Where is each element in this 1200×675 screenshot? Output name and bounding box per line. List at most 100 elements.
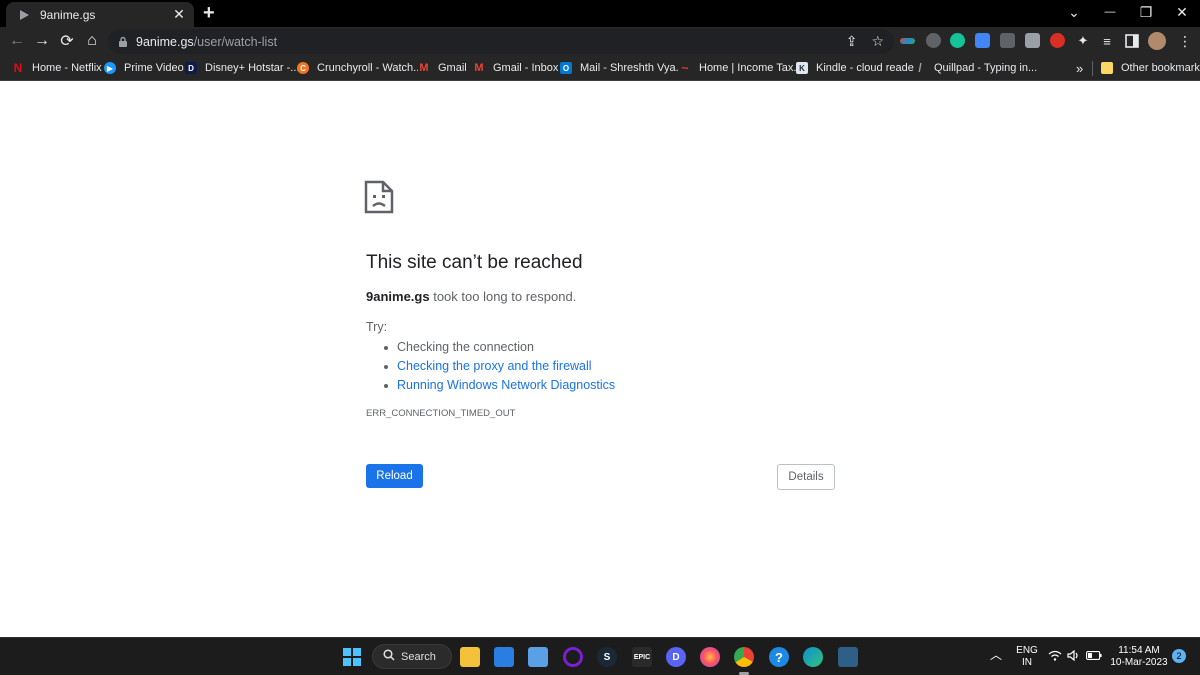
kindle-icon: K xyxy=(796,62,808,74)
tab-title: 9anime.gs xyxy=(40,7,96,22)
photos-icon[interactable] xyxy=(528,647,548,667)
quillpad-icon: / xyxy=(914,61,926,75)
bookmark-label: Kindle - cloud reader xyxy=(816,62,918,74)
language-indicator[interactable]: ENG IN xyxy=(1014,645,1040,669)
edge-icon[interactable] xyxy=(803,647,823,667)
help-icon[interactable]: ? xyxy=(769,647,789,667)
bookmark-outlook-mail[interactable]: O Mail - Shreshth Vya... xyxy=(560,60,685,76)
tray-overflow-chevron-icon[interactable]: ︿ xyxy=(990,649,1002,661)
bookmark-gmail-inbox[interactable]: M Gmail - Inbox xyxy=(473,60,558,76)
folder-icon xyxy=(1101,62,1113,74)
prime-video-icon: ▶ xyxy=(104,62,116,74)
browser-toolbar: ← → ⟳ ⌂ 9anime.gs /user/watch-list ⇪ ☆ ✦… xyxy=(0,27,1200,56)
reload-icon[interactable]: ⟳ xyxy=(58,32,76,50)
search-label: Search xyxy=(401,650,436,663)
bookmark-label: Mail - Shreshth Vya... xyxy=(580,62,685,74)
gmail-icon: M xyxy=(473,62,485,74)
bookmark-gmail[interactable]: M Gmail xyxy=(418,60,467,76)
extension-red-icon[interactable] xyxy=(1050,33,1065,48)
discord-icon[interactable]: D xyxy=(666,647,686,667)
reading-list-icon[interactable]: ≡ xyxy=(1098,32,1116,50)
extension-k-icon[interactable] xyxy=(1025,33,1040,48)
bookmark-star-icon[interactable]: ☆ xyxy=(871,33,884,50)
other-bookmarks-folder[interactable]: Other bookmarks xyxy=(1101,60,1200,76)
steam-icon[interactable]: S xyxy=(597,647,617,667)
new-tab-button[interactable]: + xyxy=(203,3,215,23)
tab-close-icon[interactable]: ✕ xyxy=(170,6,188,23)
clock-time: 11:54 AM xyxy=(1118,645,1160,656)
sad-document-icon xyxy=(364,180,394,219)
tab-search-icon[interactable]: ⌄ xyxy=(1064,4,1084,20)
crunchyroll-icon: C xyxy=(297,62,309,74)
bookmark-label: Disney+ Hotstar -... xyxy=(205,62,300,74)
file-explorer-icon[interactable] xyxy=(460,647,480,667)
error-page: This site can’t be reached 9anime.gs too… xyxy=(0,82,1200,637)
bookmark-quillpad[interactable]: / Quillpad - Typing in... xyxy=(914,60,1037,76)
active-tab[interactable]: 9anime.gs ✕ xyxy=(6,2,194,27)
bookmark-label: Gmail xyxy=(438,62,467,74)
editor-icon[interactable] xyxy=(838,647,858,667)
share-icon[interactable]: ⇪ xyxy=(846,33,858,50)
lock-icon[interactable] xyxy=(118,36,130,48)
home-button[interactable]: ⌂ xyxy=(83,32,101,50)
suggestions-list: Checking the connection Checking the pro… xyxy=(382,338,615,395)
grammarly-icon[interactable] xyxy=(950,33,965,48)
bookmark-label: Home - Netflix xyxy=(32,62,102,74)
wifi-icon[interactable] xyxy=(1048,650,1062,665)
bookmark-crunchyroll[interactable]: C Crunchyroll - Watch... xyxy=(297,60,422,76)
extension-s-icon[interactable] xyxy=(926,33,941,48)
store-icon[interactable] xyxy=(494,647,514,667)
hotstar-icon: D xyxy=(185,62,197,74)
start-windows-icon[interactable] xyxy=(342,647,362,667)
suggestion-network-diagnostics-link[interactable]: Running Windows Network Diagnostics xyxy=(382,376,615,395)
suggestion-check-connection: Checking the connection xyxy=(382,338,615,357)
url-path: /user/watch-list xyxy=(193,34,278,49)
url-host: 9anime.gs xyxy=(136,34,194,49)
back-button[interactable]: ← xyxy=(8,32,26,50)
forward-button[interactable]: → xyxy=(33,32,51,50)
netflix-icon: N xyxy=(12,61,24,75)
firefox-icon[interactable] xyxy=(700,647,720,667)
windows-taskbar: Search S EPIC D ? ︿ ENG IN 11:54 AM 10-M… xyxy=(0,637,1200,675)
outlook-icon: O xyxy=(560,62,572,74)
play-favicon-icon xyxy=(18,9,30,21)
extension-graph-icon[interactable] xyxy=(900,38,915,44)
minimize-button[interactable]: — xyxy=(1100,4,1120,20)
error-description: 9anime.gs took too long to respond. xyxy=(366,289,576,304)
extension-grey-icon[interactable] xyxy=(1000,33,1015,48)
address-bar[interactable]: 9anime.gs /user/watch-list ⇪ ☆ xyxy=(108,29,894,54)
bookmark-prime-video[interactable]: ▶ Prime Video xyxy=(104,60,184,76)
bookmark-label: Prime Video xyxy=(124,62,184,74)
bookmark-income-tax[interactable]: ~ Home | Income Tax... xyxy=(679,60,803,76)
income-tax-icon: ~ xyxy=(679,61,691,75)
menu-kebab-icon[interactable]: ⋮ xyxy=(1176,32,1194,50)
notification-badge[interactable]: 2 xyxy=(1172,649,1186,663)
try-label: Try: xyxy=(366,320,388,334)
bookmark-label: Quillpad - Typing in... xyxy=(934,62,1038,74)
battery-icon[interactable] xyxy=(1086,651,1102,664)
google-translate-icon[interactable] xyxy=(975,33,990,48)
clock[interactable]: 11:54 AM 10-Mar-2023 xyxy=(1108,645,1170,669)
error-message: took too long to respond. xyxy=(429,289,577,304)
suggestion-proxy-firewall-link[interactable]: Checking the proxy and the firewall xyxy=(382,357,615,376)
details-button[interactable]: Details xyxy=(777,464,835,490)
bookmark-kindle[interactable]: K Kindle - cloud reader xyxy=(796,60,918,76)
volume-icon[interactable] xyxy=(1067,649,1081,665)
epic-games-icon[interactable]: EPIC xyxy=(632,647,652,667)
restore-button[interactable]: ❐ xyxy=(1136,4,1156,20)
taskbar-search-box[interactable]: Search xyxy=(372,644,452,669)
region-code: IN xyxy=(1022,657,1032,668)
side-panel-icon[interactable] xyxy=(1123,32,1141,50)
chrome-icon[interactable] xyxy=(734,647,754,667)
error-host: 9anime.gs xyxy=(366,289,430,304)
error-code: ERR_CONNECTION_TIMED_OUT xyxy=(366,408,516,419)
bookmark-netflix[interactable]: N Home - Netflix xyxy=(12,60,102,76)
profile-avatar[interactable] xyxy=(1148,32,1166,50)
bookmarks-overflow-button[interactable]: » xyxy=(1076,60,1083,76)
bookmark-label: Crunchyroll - Watch... xyxy=(317,62,423,74)
cortana-icon[interactable] xyxy=(563,647,583,667)
extensions-puzzle-icon[interactable]: ✦ xyxy=(1074,32,1092,50)
reload-button[interactable]: Reload xyxy=(366,464,423,488)
close-window-button[interactable]: ✕ xyxy=(1172,4,1192,20)
bookmark-hotstar[interactable]: D Disney+ Hotstar -... xyxy=(185,60,299,76)
